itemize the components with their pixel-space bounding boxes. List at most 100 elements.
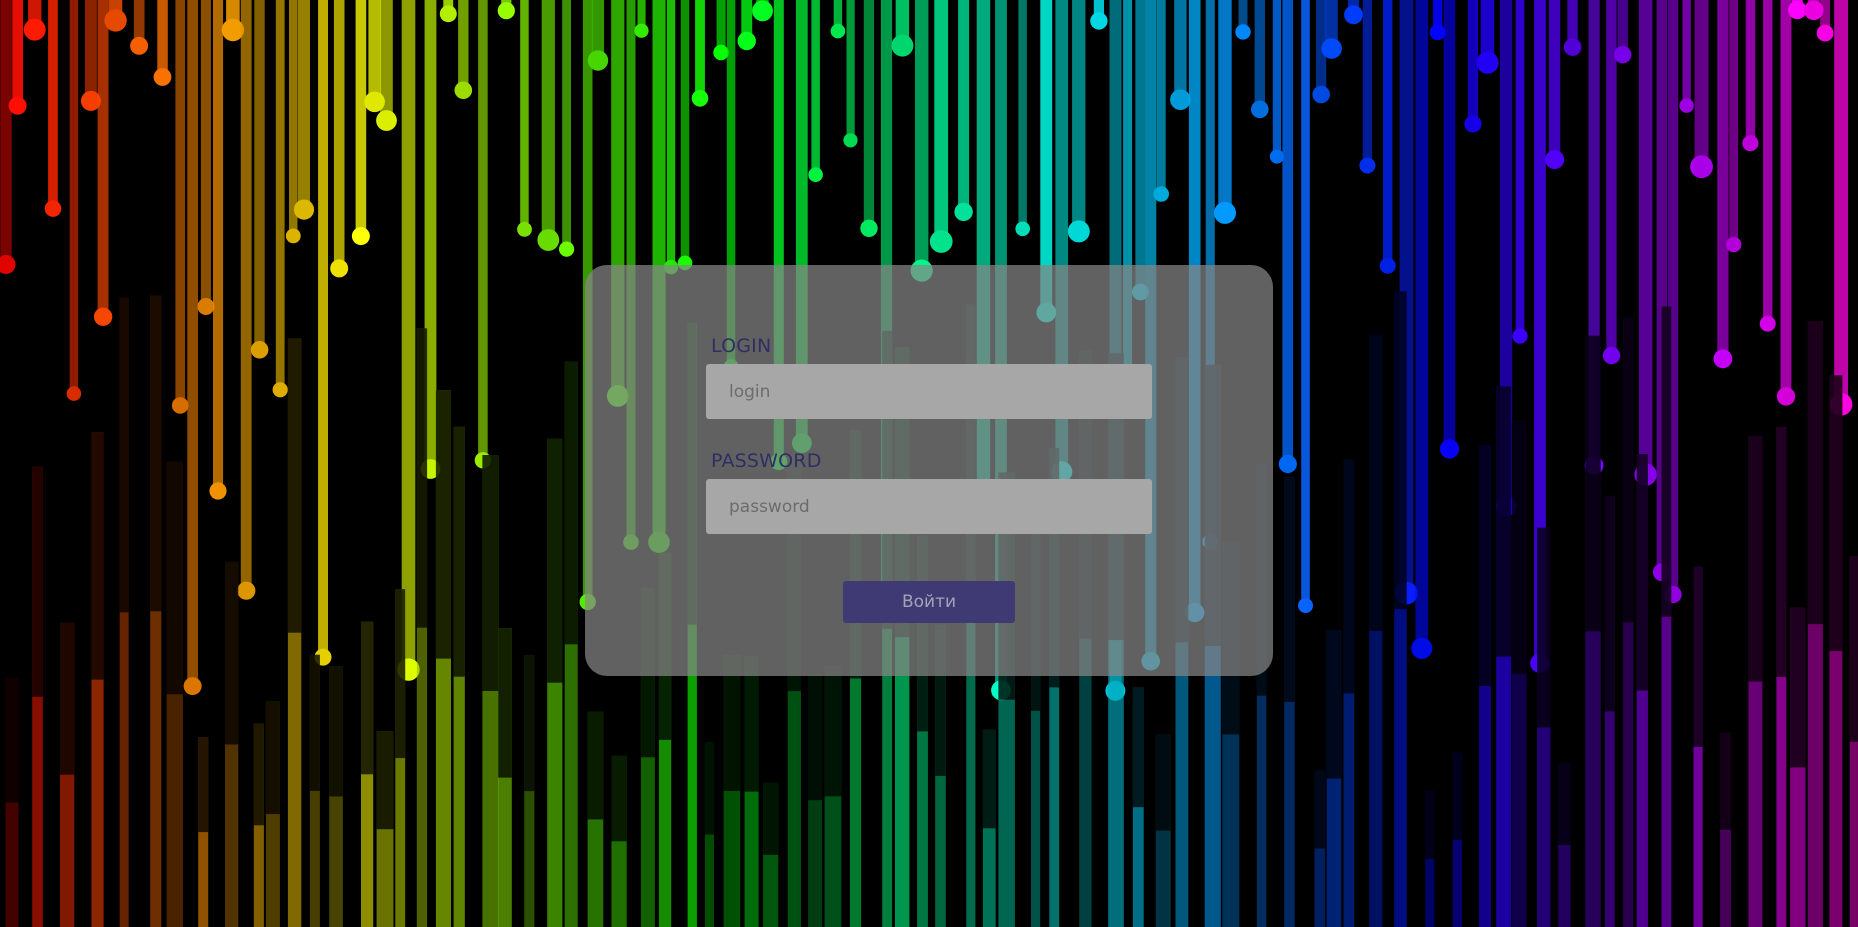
drip <box>1015 0 1030 237</box>
streak <box>166 461 183 927</box>
streak <box>1496 386 1512 927</box>
drip <box>1379 0 1396 274</box>
login-page: LOGIN PASSWORD Войти <box>0 0 1858 927</box>
drip <box>752 0 773 22</box>
password-input[interactable] <box>706 479 1152 534</box>
streak <box>564 361 578 927</box>
streak <box>1452 752 1462 927</box>
drip <box>153 0 172 86</box>
drip <box>66 0 82 401</box>
drip <box>929 0 953 253</box>
streak <box>1479 445 1491 927</box>
streak <box>587 711 604 927</box>
drip <box>1411 0 1433 660</box>
drip <box>1251 0 1269 119</box>
drip <box>130 0 149 55</box>
streak <box>1511 420 1527 927</box>
drip <box>439 0 457 23</box>
drip <box>44 0 62 217</box>
drip <box>1278 0 1297 474</box>
drip <box>1298 0 1313 614</box>
drip <box>1429 0 1446 41</box>
streak <box>1343 459 1355 927</box>
drip <box>1214 0 1236 224</box>
login-button[interactable]: Войти <box>843 581 1015 623</box>
streak <box>547 438 563 927</box>
streak <box>198 737 209 927</box>
password-label: PASSWORD <box>711 450 822 472</box>
drip <box>677 0 693 271</box>
streak <box>329 666 343 927</box>
streak <box>824 665 842 927</box>
streak <box>32 466 43 927</box>
streak <box>1537 527 1551 927</box>
drip <box>808 0 823 182</box>
drip <box>830 0 846 39</box>
drip <box>517 0 532 237</box>
drip <box>860 0 878 237</box>
streak <box>265 701 280 927</box>
streak <box>498 628 512 927</box>
streak <box>1776 427 1787 927</box>
streak <box>361 621 374 927</box>
streak <box>309 654 320 927</box>
drip <box>497 0 515 20</box>
streak <box>376 731 394 927</box>
streak <box>1284 476 1295 927</box>
streak <box>150 295 162 927</box>
streak <box>119 297 129 927</box>
streak <box>416 328 428 927</box>
drip <box>954 0 973 222</box>
drip <box>634 0 649 38</box>
drip <box>23 0 46 41</box>
drip <box>537 0 560 251</box>
streak <box>1790 607 1806 927</box>
drip <box>314 0 332 666</box>
drip <box>1476 0 1499 74</box>
streak <box>1748 436 1763 927</box>
drip <box>910 0 933 282</box>
streak <box>453 426 465 927</box>
drip <box>183 0 202 696</box>
drip <box>1614 0 1632 64</box>
drip <box>1776 0 1796 406</box>
drip <box>1439 0 1460 459</box>
login-input[interactable] <box>706 364 1152 419</box>
drip <box>330 0 349 278</box>
streak <box>1636 454 1648 927</box>
login-form: LOGIN PASSWORD Войти <box>585 265 1273 676</box>
streak <box>60 622 75 927</box>
drip <box>474 0 492 469</box>
streak <box>435 390 451 927</box>
drip <box>197 0 215 315</box>
drip <box>171 0 189 414</box>
drip <box>1512 0 1528 344</box>
streak <box>1720 732 1731 927</box>
streak <box>1829 375 1843 927</box>
streak <box>225 561 239 927</box>
drip <box>1759 0 1776 332</box>
drip <box>843 0 858 148</box>
drip <box>1359 0 1376 174</box>
streak <box>982 729 996 927</box>
drip <box>1067 0 1090 243</box>
drip <box>663 0 679 275</box>
streak <box>1369 334 1383 927</box>
streak <box>1604 495 1615 927</box>
drip <box>1634 0 1657 486</box>
streak <box>1585 335 1601 927</box>
streak <box>704 742 714 927</box>
drip <box>1344 0 1363 25</box>
drip <box>1742 0 1759 152</box>
streak <box>395 589 406 927</box>
drip <box>351 0 370 246</box>
streak <box>1661 306 1672 927</box>
streak <box>1623 317 1634 927</box>
drip <box>209 0 227 500</box>
streak <box>1394 291 1407 927</box>
drip <box>1690 0 1713 179</box>
drip <box>1829 0 1853 416</box>
drip <box>1545 0 1565 170</box>
streak <box>1558 763 1571 927</box>
streak <box>253 723 264 927</box>
